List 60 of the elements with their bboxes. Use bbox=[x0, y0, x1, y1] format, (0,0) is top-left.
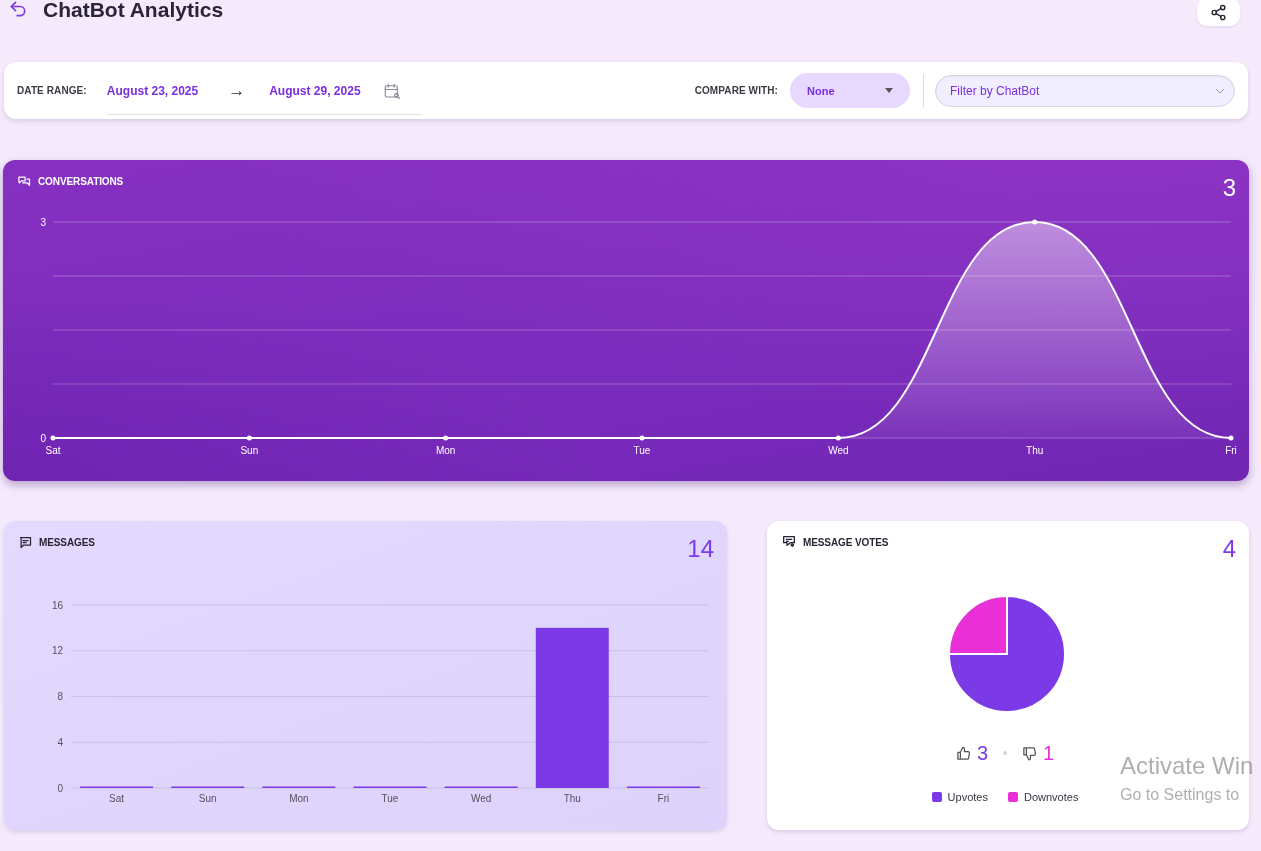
data-point bbox=[1032, 219, 1038, 225]
chatbot-filter-field[interactable]: Filter by ChatBot bbox=[935, 74, 1235, 107]
date-range-label: DATE RANGE: bbox=[17, 85, 87, 96]
axis-label: 0 bbox=[40, 433, 46, 444]
legend-label: Upvotes bbox=[947, 791, 988, 803]
activation-title: Activate Win bbox=[1120, 752, 1254, 780]
axis-label: Sun bbox=[240, 445, 259, 456]
calendar-search-icon[interactable] bbox=[382, 82, 401, 100]
axis-label: 3 bbox=[40, 217, 46, 228]
card-title: CONVERSATIONS bbox=[38, 175, 124, 187]
thumbs-down-icon bbox=[1022, 745, 1037, 761]
total-count: 14 bbox=[687, 535, 714, 563]
page-title: ChatBot Analytics bbox=[43, 0, 224, 22]
card-title: MESSAGES bbox=[39, 536, 95, 548]
axis-label: Sun bbox=[198, 793, 217, 804]
axis-label: Sat bbox=[109, 793, 125, 804]
axis-label: Wed bbox=[470, 793, 492, 804]
data-point bbox=[835, 435, 841, 441]
data-point bbox=[246, 435, 252, 441]
date-range-field[interactable]: August 23, 2025 → August 29, 2025 bbox=[106, 80, 422, 115]
start-date[interactable]: August 23, 2025 bbox=[106, 84, 199, 98]
axis-label: 12 bbox=[51, 645, 63, 657]
data-point bbox=[443, 435, 449, 441]
caret-icon bbox=[885, 88, 893, 93]
share-icon bbox=[1210, 3, 1227, 21]
axis-label: Tue bbox=[633, 445, 651, 456]
axis-label: 4 bbox=[57, 736, 63, 748]
compare-dropdown[interactable]: None bbox=[790, 73, 910, 108]
data-point bbox=[639, 435, 645, 441]
downvote-count: 1 bbox=[1043, 741, 1055, 765]
total-count: 3 bbox=[1222, 174, 1236, 202]
upvote-count: 3 bbox=[976, 741, 988, 765]
card-title: MESSAGE VOTES bbox=[803, 536, 889, 548]
axis-label: 8 bbox=[57, 691, 63, 702]
thumbs-up-icon bbox=[955, 745, 971, 761]
axis-label: 0 bbox=[57, 782, 63, 794]
axis-label: Mon bbox=[435, 445, 456, 456]
axis-label: Wed bbox=[828, 445, 849, 456]
axis-label: 16 bbox=[51, 599, 63, 611]
activation-subtitle: Go to Settings to bbox=[1120, 786, 1241, 804]
compare-with-label: COMPARE WITH: bbox=[694, 85, 778, 96]
share-button[interactable] bbox=[1197, 0, 1240, 26]
data-point bbox=[50, 435, 56, 441]
message-heart-icon bbox=[781, 534, 797, 550]
data-point bbox=[1228, 435, 1234, 441]
axis-label: Mon bbox=[289, 793, 309, 804]
arrow-icon: → bbox=[228, 81, 246, 101]
axis-label: Fri bbox=[657, 793, 670, 804]
message-icon bbox=[18, 534, 33, 550]
total-count: 4 bbox=[1222, 535, 1236, 563]
legend-label: Downvotes bbox=[1023, 791, 1079, 803]
chat-bubbles-icon bbox=[17, 173, 32, 189]
axis-label: Sat bbox=[45, 445, 61, 456]
axis-label: Tue bbox=[381, 793, 399, 804]
axis-label: Fri bbox=[1225, 445, 1237, 456]
back-icon[interactable] bbox=[8, 0, 28, 19]
axis-label: Thu bbox=[1026, 445, 1044, 456]
end-date[interactable]: August 29, 2025 bbox=[269, 84, 361, 98]
axis-label: Thu bbox=[563, 793, 581, 804]
separator-dot bbox=[1003, 751, 1007, 755]
